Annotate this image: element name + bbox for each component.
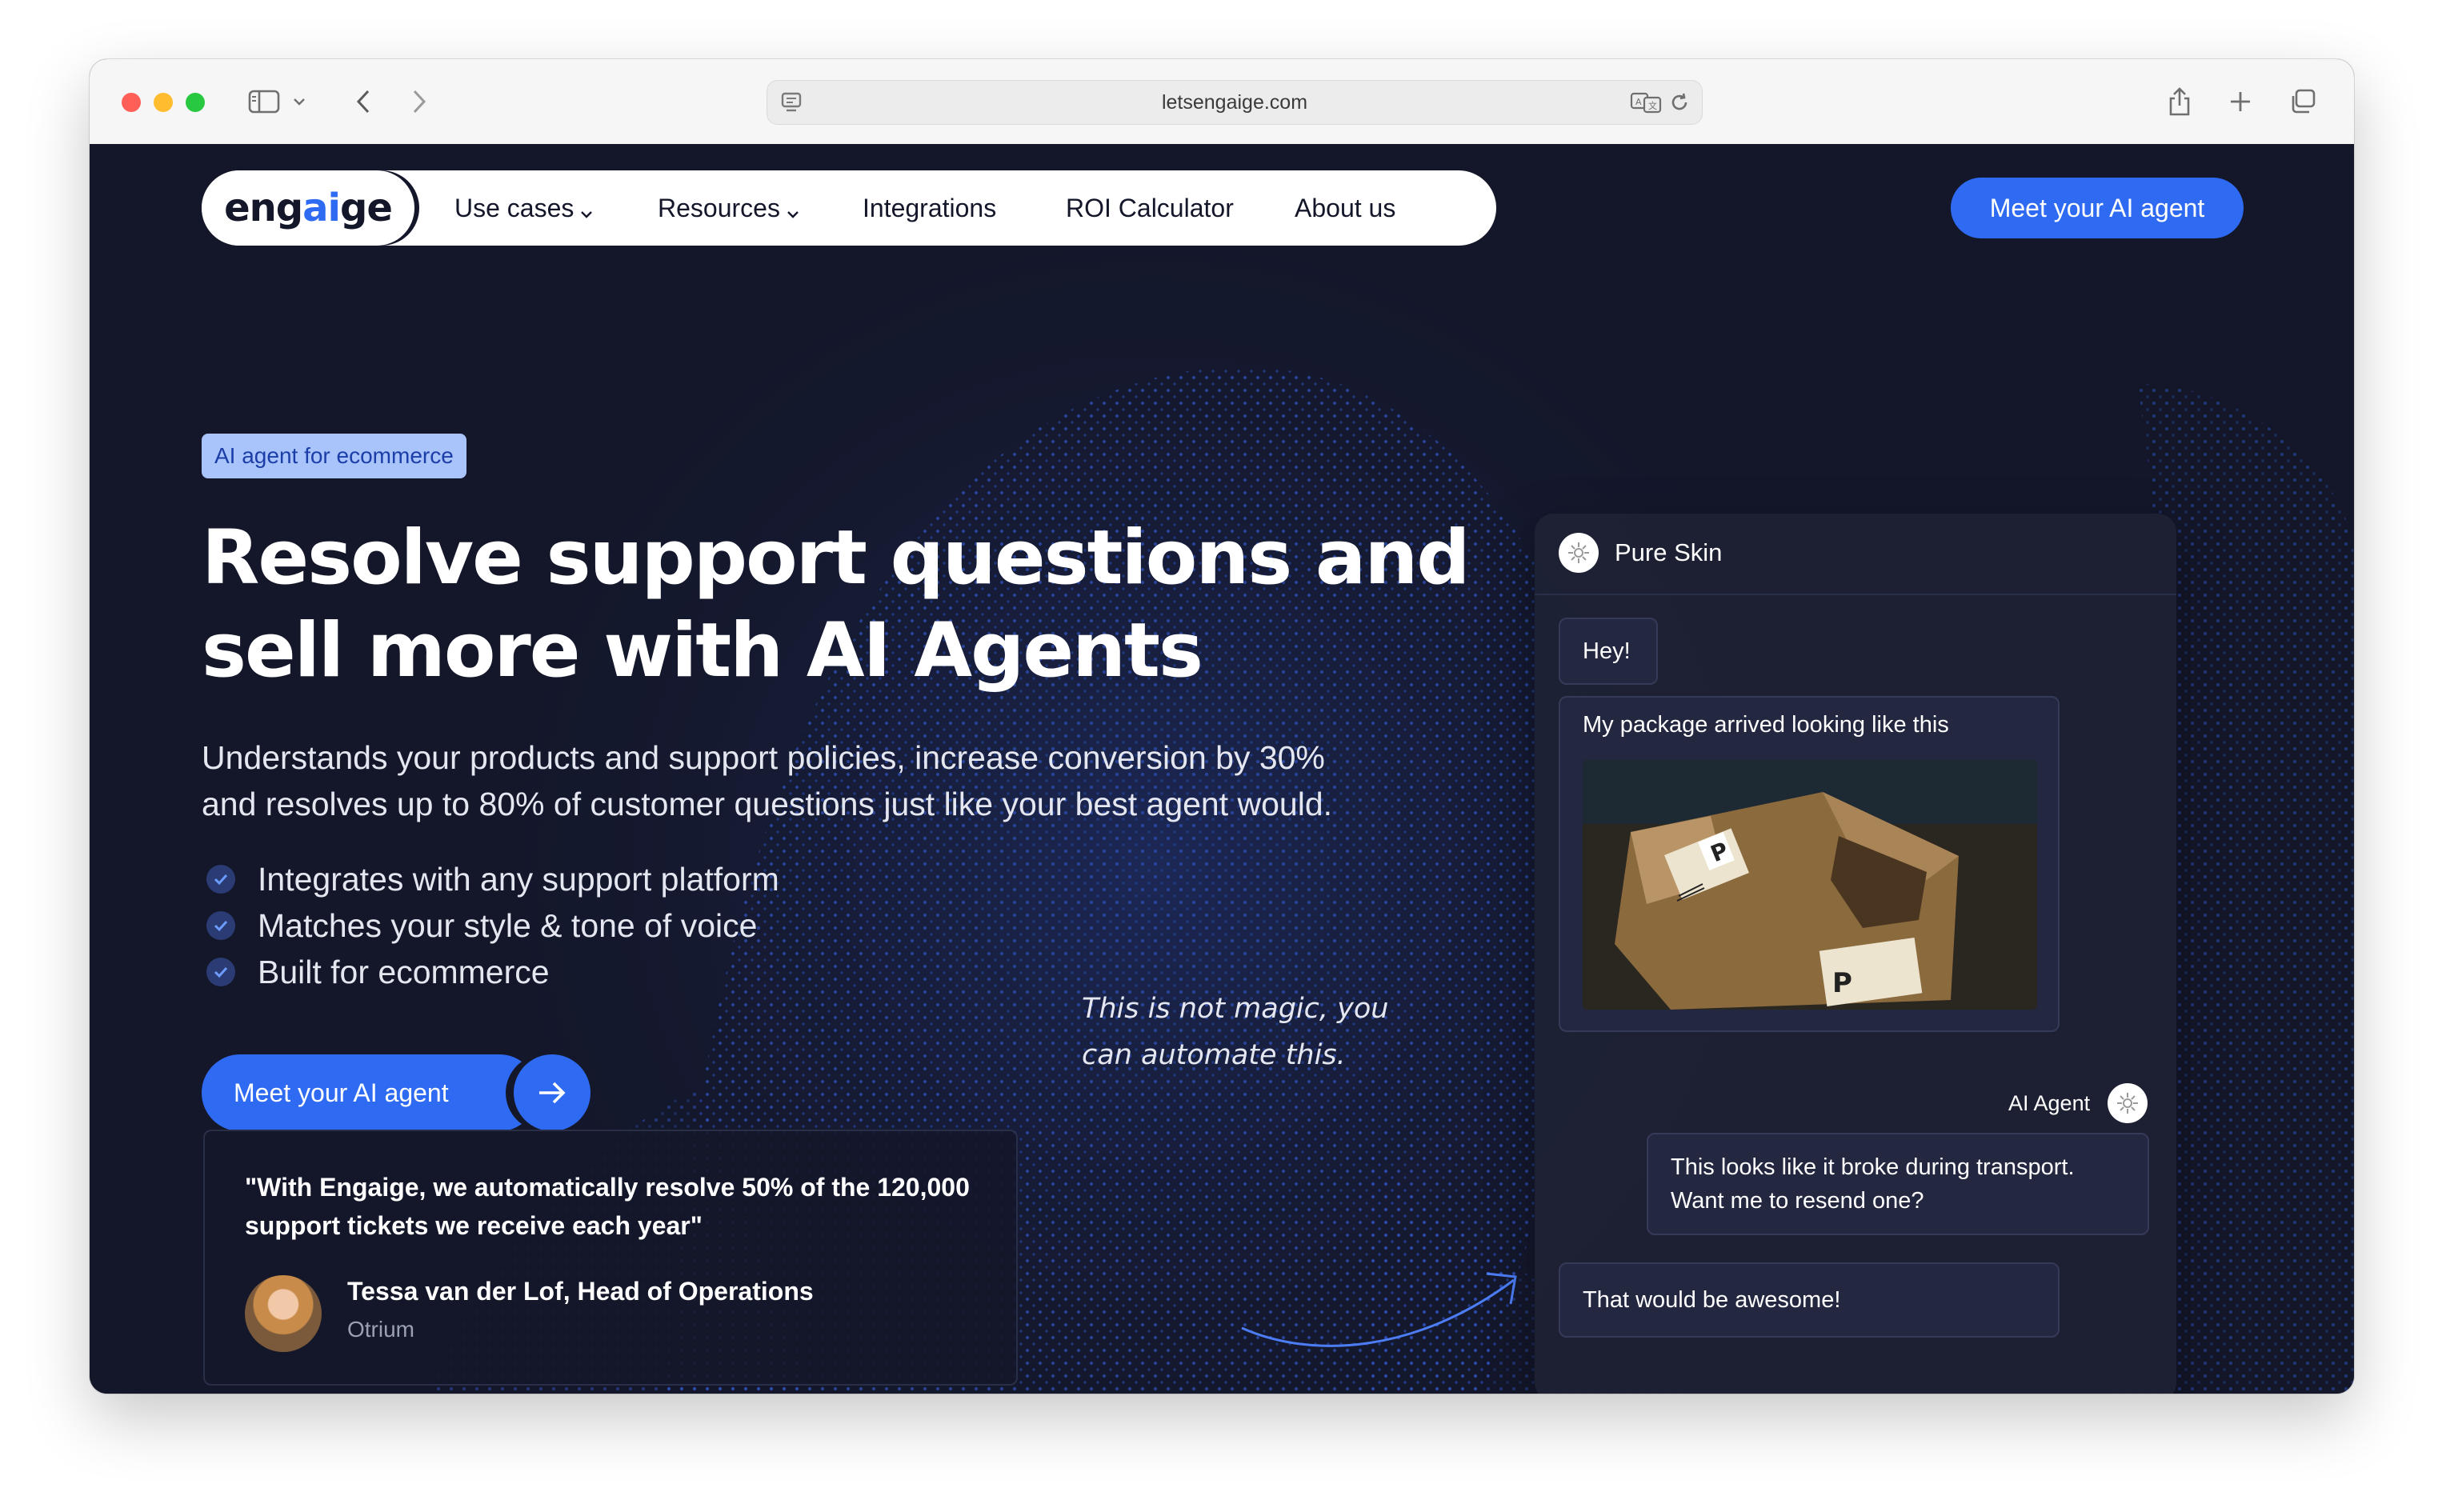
message-text: My package arrived looking like this — [1583, 712, 1949, 738]
chat-store-name: Pure Skin — [1615, 538, 1723, 566]
share-icon[interactable] — [2164, 83, 2196, 120]
nav-item-roi-calculator[interactable]: ROI Calculator — [1066, 170, 1234, 246]
nav-item-integrations[interactable]: Integrations — [863, 170, 996, 246]
close-window-button[interactable] — [122, 93, 141, 112]
browser-toolbar: letsengaige.com A文 — [90, 59, 2354, 145]
logo-text-suffix: ge — [340, 186, 393, 230]
headline-line: Resolve support questions and — [202, 514, 1471, 602]
feature-text: Integrates with any support platform — [258, 860, 779, 898]
nav-item-label: Resources — [658, 194, 780, 222]
agent-avatar-icon — [2108, 1083, 2148, 1123]
message-text: Want me to resend one? — [1671, 1188, 1924, 1214]
chat-demo-panel: Pure Skin Hey! My package arrived lookin… — [1535, 514, 2176, 1394]
testimonial-company: Otrium — [347, 1317, 414, 1342]
quote-line: "With Engaige, we automatically resolve … — [245, 1173, 970, 1202]
nav-item-resources[interactable]: Resources — [658, 170, 799, 246]
avatar — [245, 1275, 322, 1352]
feature-text: Matches your style & tone of voice — [258, 906, 758, 944]
hero-headline: Resolve support questions and sell more … — [202, 512, 1482, 698]
chat-message-customer: That would be awesome! — [1559, 1262, 2060, 1338]
svg-text:A: A — [1635, 97, 1642, 107]
testimonial-card: "With Engaige, we automatically resolve … — [203, 1130, 1018, 1386]
browser-window: letsengaige.com A文 eng ai ge Use cases R… — [90, 59, 2354, 1394]
svg-text:P: P — [1832, 967, 1852, 999]
check-circle-icon — [206, 958, 235, 986]
zoom-window-button[interactable] — [186, 93, 205, 112]
hero-tag: AI agent for ecommerce — [202, 434, 466, 478]
check-circle-icon — [206, 865, 235, 894]
address-bar[interactable]: letsengaige.com A文 — [767, 80, 1703, 125]
message-text: That would be awesome! — [1583, 1287, 1841, 1313]
nav-item-use-cases[interactable]: Use cases — [454, 170, 593, 246]
cta-label: Meet your AI agent — [202, 1054, 538, 1131]
subtext-line: and resolves up to 80% of customer quest… — [202, 786, 1333, 822]
testimonial-author: Tessa van der Lof, Head of Operations — [347, 1277, 814, 1306]
testimonial-quote: "With Engaige, we automatically resolve … — [245, 1168, 970, 1245]
automation-note: This is not magic, you can automate this… — [1082, 986, 1418, 1078]
message-text: This looks like it broke during transpor… — [1671, 1154, 2075, 1180]
forward-icon[interactable] — [403, 83, 435, 120]
engaige-logo[interactable]: eng ai ge — [202, 170, 414, 246]
logo-text-prefix: eng — [224, 186, 303, 230]
hero-subtext: Understands your products and support po… — [202, 734, 1514, 827]
chat-message-agent: This looks like it broke during transpor… — [1647, 1133, 2149, 1235]
feature-item: Integrates with any support platform — [206, 856, 779, 902]
damaged-package-photo: P P — [1583, 760, 2037, 1010]
note-line: This is not magic, you — [1082, 993, 1389, 1025]
feature-item: Built for ecommerce — [206, 949, 550, 995]
chat-message-customer: My package arrived looking like this P P — [1559, 696, 2060, 1032]
tab-overview-icon[interactable] — [2285, 83, 2320, 120]
new-tab-icon[interactable] — [2224, 83, 2256, 120]
message-text: Hey! — [1583, 638, 1631, 664]
agent-label: AI Agent — [2008, 1091, 2091, 1115]
back-icon[interactable] — [347, 83, 379, 120]
meet-ai-agent-nav-button[interactable]: Meet your AI agent — [1951, 178, 2244, 238]
logo-text-accent: ai — [302, 186, 341, 230]
headline-line: sell more with AI Agents — [202, 607, 1203, 694]
check-circle-icon — [206, 911, 235, 940]
nav-item-about-us[interactable]: About us — [1295, 170, 1395, 246]
chat-header: Pure Skin — [1535, 514, 2176, 595]
chevron-down-icon[interactable] — [290, 83, 309, 120]
minimize-window-button[interactable] — [154, 93, 173, 112]
svg-text:文: 文 — [1648, 100, 1657, 111]
arrow-right-icon — [514, 1054, 590, 1131]
translate-icon[interactable]: A文 — [1628, 84, 1663, 121]
note-line: can automate this. — [1082, 1039, 1346, 1071]
meet-ai-agent-hero-button[interactable]: Meet your AI agent — [202, 1054, 602, 1131]
chevron-down-icon — [580, 173, 593, 248]
quote-line: support tickets we receive each year" — [245, 1211, 703, 1240]
reload-icon[interactable] — [1665, 84, 1694, 121]
subtext-line: Understands your products and support po… — [202, 739, 1325, 776]
chat-message-customer: Hey! — [1559, 618, 1658, 685]
web-page: eng ai ge Use cases Resources Integrations… — [90, 144, 2354, 1394]
nav-item-label: Use cases — [454, 194, 574, 222]
curved-arrow-icon — [1241, 1272, 1517, 1347]
feature-item: Matches your style & tone of voice — [206, 902, 757, 949]
feature-text: Built for ecommerce — [258, 953, 550, 990]
store-avatar-icon — [1559, 533, 1599, 573]
url-text: letsengaige.com — [1161, 91, 1308, 114]
chevron-down-icon — [787, 173, 799, 248]
sidebar-toggle-icon[interactable] — [246, 83, 282, 120]
